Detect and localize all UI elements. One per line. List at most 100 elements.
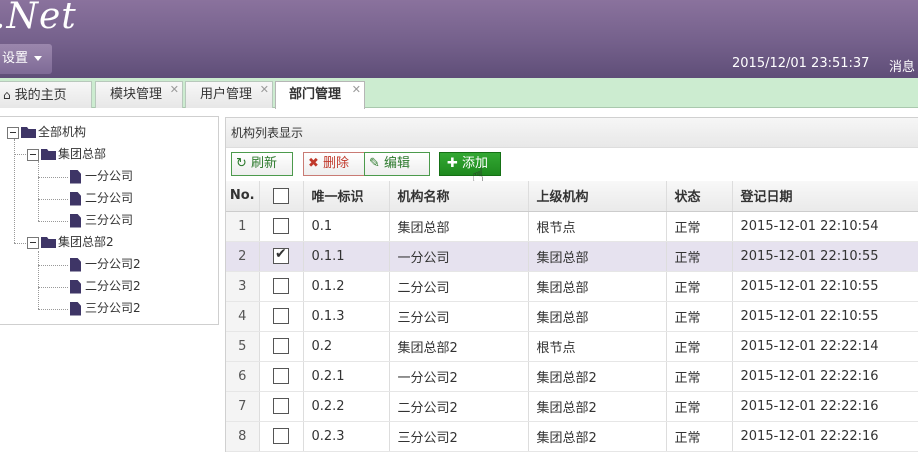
edit-button[interactable]: ✎ 编辑 (364, 152, 430, 176)
row-checkbox-cell[interactable] (259, 361, 304, 392)
cell-parent: 集团总部2 (528, 361, 667, 392)
caret-down-icon (34, 56, 43, 61)
row-number: 4 (226, 301, 260, 332)
cell-status: 正常 (666, 271, 733, 302)
tree-node-leaf[interactable]: 二分公司2 (70, 277, 141, 295)
row-checkbox[interactable] (273, 338, 289, 354)
row-checkbox-cell[interactable] (259, 331, 304, 362)
row-checkbox-cell[interactable] (259, 271, 304, 302)
cell-name: 一分公司 (389, 241, 529, 272)
messages-link[interactable]: 消息 ( (889, 56, 918, 75)
current-datetime: 2015/12/01 23:51:37 (732, 56, 870, 71)
select-all-checkbox[interactable] (273, 187, 289, 204)
settings-menu-button[interactable]: 设置 (0, 44, 52, 74)
delete-button[interactable]: ✖ 删除 (303, 152, 365, 176)
table-row[interactable]: 7 0.2.2 二分公司2 集团总部2 正常 2015-12-01 22:22:16 (226, 391, 918, 422)
row-checkbox[interactable] (273, 278, 289, 294)
cell-id: 0.1.1 (303, 241, 390, 272)
table-row[interactable]: 1 0.1 集团总部 根节点 正常 2015-12-01 22:10:54 (226, 211, 918, 242)
tree-node-label: 集团总部 (58, 147, 107, 161)
row-checkbox[interactable] (273, 368, 289, 384)
row-checkbox-cell[interactable] (259, 301, 304, 332)
tree-node-leaf[interactable]: 三分公司 (70, 211, 133, 229)
tab-label: 我的主页 (14, 88, 67, 103)
cell-date: 2015-12-01 22:22:16 (732, 361, 918, 392)
cell-status: 正常 (666, 211, 733, 242)
row-checkbox-cell[interactable] (259, 211, 304, 242)
tab-label: 模块管理 (110, 87, 163, 102)
row-checkbox[interactable] (273, 308, 289, 324)
tab-department-management[interactable]: 部门管理 ✕ (275, 81, 365, 109)
row-checkbox-cell[interactable] (259, 391, 304, 422)
cell-name: 三分公司 (389, 301, 529, 332)
add-button[interactable]: ✚ 添加 (439, 152, 501, 176)
cell-id: 0.2.3 (303, 421, 390, 452)
button-label: 刷新 (251, 156, 278, 171)
edit-icon: ✎ (369, 156, 380, 171)
close-icon[interactable]: ✕ (170, 77, 179, 103)
col-header-status[interactable]: 状态 (666, 181, 733, 212)
cell-id: 0.2.1 (303, 361, 390, 392)
cell-name: 集团总部2 (389, 331, 529, 362)
folder-open-icon (41, 149, 56, 160)
table-row[interactable]: 3 0.1.2 二分公司 集团总部 正常 2015-12-01 22:10:55 (226, 271, 918, 302)
table-row[interactable]: 2 0.1.1一分公司集团总部正常2015-12-01 22:10:55 (226, 241, 918, 272)
select-all-checkbox-cell[interactable] (259, 181, 304, 212)
cell-parent: 集团总部2 (528, 391, 667, 422)
tab-home[interactable]: ⌂ 我的主页 (0, 81, 92, 108)
tree-node-label: 二分公司 (85, 191, 134, 205)
col-header-id[interactable]: 唯一标识 (303, 181, 390, 212)
table-row[interactable]: 5 0.2 集团总部2 根节点 正常 2015-12-01 22:22:14 (226, 331, 918, 362)
close-icon[interactable]: ✕ (352, 77, 361, 103)
tree-node-leaf[interactable]: 一分公司2 (70, 255, 141, 273)
collapse-icon[interactable] (7, 126, 19, 139)
cell-status: 正常 (666, 421, 733, 452)
tree-node-label: 二分公司2 (85, 279, 141, 293)
row-number: 8 (226, 421, 260, 452)
row-number: 2 (226, 241, 260, 272)
tree-node-group[interactable]: 集团总部 (27, 145, 106, 163)
cell-date: 2015-12-01 22:10:55 (732, 241, 918, 272)
table-row[interactable]: 8 0.2.3 三分公司2 集团总部2 正常 2015-12-01 22:22:16 (226, 421, 918, 452)
tab-user-management[interactable]: 用户管理 ✕ (185, 81, 273, 108)
cell-date: 2015-12-01 22:10:55 (732, 301, 918, 332)
row-checkbox[interactable] (273, 246, 289, 264)
cell-status: 正常 (666, 361, 733, 392)
row-checkbox-cell[interactable] (259, 241, 304, 272)
collapse-icon[interactable] (27, 236, 39, 249)
app-header: .Net 设置 2015/12/01 23:51:37 消息 ( (0, 0, 918, 78)
tree-node-leaf[interactable]: 三分公司2 (70, 299, 141, 317)
cell-id: 0.2 (303, 331, 390, 362)
cell-date: 2015-12-01 22:10:55 (732, 271, 918, 302)
table-row[interactable]: 6 0.2.1 一分公司2 集团总部2 正常 2015-12-01 22:22:16 (226, 361, 918, 392)
col-header-parent[interactable]: 上级机构 (528, 181, 667, 212)
row-checkbox[interactable] (273, 428, 289, 444)
folder-open-icon (21, 127, 36, 138)
refresh-icon: ↻ (236, 156, 247, 171)
cell-parent: 根节点 (528, 331, 667, 362)
col-header-name[interactable]: 机构名称 (389, 181, 529, 212)
row-checkbox[interactable] (273, 218, 289, 234)
tree-node-group[interactable]: 集团总部2 (27, 233, 114, 251)
refresh-button[interactable]: ↻ 刷新 (231, 152, 293, 176)
cell-date: 2015-12-01 22:22:14 (732, 331, 918, 362)
col-header-no: No. (226, 181, 260, 212)
tree-node-leaf[interactable]: 二分公司 (70, 189, 133, 207)
tree-node-leaf[interactable]: 一分公司 (70, 167, 133, 185)
row-checkbox[interactable] (273, 398, 289, 414)
cell-name: 二分公司2 (389, 391, 529, 422)
row-number: 6 (226, 361, 260, 392)
collapse-icon[interactable] (27, 148, 39, 161)
org-tree: 全部机构 集团总部 一分公司 二分公司 三分公司 集团总部2 一分公司2 二分公… (0, 116, 219, 325)
row-checkbox-cell[interactable] (259, 421, 304, 452)
col-header-date[interactable]: 登记日期 (732, 181, 918, 212)
tab-module-management[interactable]: 模块管理 ✕ (95, 81, 183, 108)
close-icon[interactable]: ✕ (260, 77, 269, 103)
tree-node-root[interactable]: 全部机构 (7, 123, 86, 141)
table-row[interactable]: 4 0.1.3 三分公司 集团总部 正常 2015-12-01 22:10:55 (226, 301, 918, 332)
settings-label: 设置 (2, 51, 29, 66)
tree-node-label: 三分公司 (85, 213, 134, 227)
file-icon (70, 279, 81, 294)
cell-parent: 集团总部 (528, 241, 667, 272)
cell-date: 2015-12-01 22:22:16 (732, 391, 918, 422)
